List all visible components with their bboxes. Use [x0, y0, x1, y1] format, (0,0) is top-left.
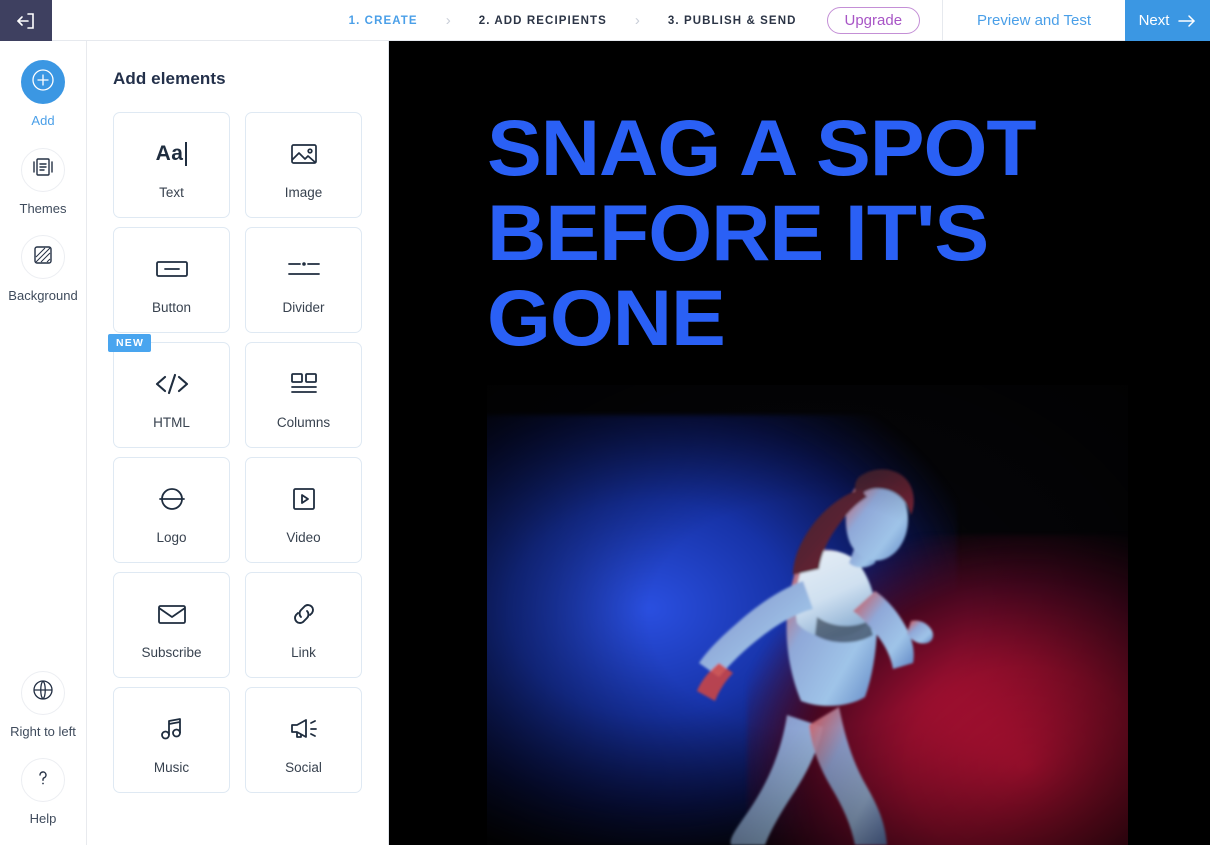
element-tiles-grid: Aa Text Image Button Divider NEW HTML Co… — [108, 112, 365, 793]
envelope-icon — [156, 591, 188, 637]
rail-bottom-group: Right to left Help — [0, 652, 87, 827]
element-tile-video[interactable]: Video — [245, 457, 362, 563]
element-tile-label-divider: Divider — [282, 299, 325, 315]
element-tile-link[interactable]: Link — [245, 572, 362, 678]
music-note-icon — [158, 706, 186, 752]
rail-icon-wrap-add — [21, 60, 65, 104]
element-tile-label-button: Button — [151, 299, 192, 315]
element-tile-label-video: Video — [286, 529, 321, 545]
element-tile-logo[interactable]: Logo — [113, 457, 230, 563]
upgrade-button[interactable]: Upgrade — [826, 7, 921, 34]
element-tile-label-subscribe: Subscribe — [141, 644, 202, 660]
element-tile-label-music: Music — [153, 759, 190, 775]
logo-circle-icon — [157, 476, 187, 522]
arrow-right-icon — [1178, 14, 1196, 28]
element-tile-label-text: Text — [159, 184, 184, 200]
element-tile-columns[interactable]: Columns — [245, 342, 362, 448]
background-hatch-icon — [31, 243, 55, 272]
element-tile-label-image: Image — [284, 184, 323, 200]
megaphone-icon — [288, 706, 320, 752]
element-tile-divider[interactable]: Divider — [245, 227, 362, 333]
rail-icon-wrap-themes — [21, 147, 65, 192]
rail-label-right-to-left: Right to left — [10, 723, 76, 739]
element-tile-music[interactable]: Music — [113, 687, 230, 793]
next-button[interactable]: Next — [1125, 0, 1210, 41]
element-tile-image[interactable]: Image — [245, 112, 362, 218]
rail-icon-wrap-help — [21, 758, 65, 803]
themes-layout-icon — [31, 155, 55, 184]
email-canvas[interactable]: SNAG A SPOT BEFORE IT'S GONE — [389, 41, 1210, 845]
text-aa-icon: Aa — [156, 131, 188, 177]
columns-layout-icon — [289, 361, 319, 407]
rail-item-right-to-left[interactable]: Right to left — [0, 670, 87, 740]
button-rectangle-icon — [155, 246, 189, 292]
rail-label-themes: Themes — [19, 200, 67, 216]
top-header-bar: 1. CREATE › 2. ADD RECIPIENTS › 3. PUBLI… — [0, 0, 1210, 41]
rail-item-background[interactable]: Background — [0, 235, 87, 304]
step-separator-1: › — [445, 12, 451, 29]
preview-and-test-button[interactable]: Preview and Test — [942, 0, 1125, 41]
rail-item-help[interactable]: Help — [0, 758, 87, 827]
element-tile-label-link: Link — [291, 644, 316, 660]
element-tile-button[interactable]: Button — [113, 227, 230, 333]
header-spacer — [52, 0, 347, 40]
image-picture-icon — [289, 131, 319, 177]
question-mark-icon — [31, 766, 55, 795]
element-tile-text[interactable]: Aa Text — [113, 112, 230, 218]
add-elements-panel: Add elements Aa Text Image Button Divide… — [88, 41, 389, 845]
plus-circle-icon — [30, 67, 56, 98]
new-badge: NEW — [108, 334, 152, 352]
step-separator-2: › — [634, 12, 640, 29]
divider-lines-icon — [287, 246, 321, 292]
rail-icon-wrap-right-to-left — [21, 670, 65, 715]
panel-title: Add elements — [113, 69, 226, 88]
headline-text-block[interactable]: SNAG A SPOT BEFORE IT'S GONE — [487, 105, 1210, 360]
image-vignette — [487, 385, 1128, 845]
globe-icon — [31, 678, 55, 707]
rail-item-themes[interactable]: Themes — [0, 147, 87, 217]
header-actions: Preview and Test Next — [942, 0, 1210, 41]
back-button[interactable] — [0, 0, 52, 41]
email-editor-app: 1. CREATE › 2. ADD RECIPIENTS › 3. PUBLI… — [0, 0, 1210, 845]
element-tile-html[interactable]: NEW HTML — [108, 334, 230, 448]
rail-label-help: Help — [29, 811, 57, 827]
element-tile-label-html: HTML — [153, 414, 190, 430]
element-tile-label-social: Social — [285, 759, 322, 775]
video-play-icon — [290, 476, 318, 522]
element-tile-label-logo: Logo — [156, 529, 187, 545]
rail-label-background: Background — [8, 288, 78, 304]
step-publish-send[interactable]: 3. PUBLISH & SEND — [666, 15, 799, 27]
left-tool-rail: Add Themes Background Right to left Help — [0, 41, 87, 845]
step-create[interactable]: 1. CREATE — [347, 15, 420, 27]
hero-image-block[interactable] — [487, 385, 1128, 845]
rail-icon-wrap-background — [21, 235, 65, 280]
next-button-label: Next — [1138, 12, 1170, 29]
element-tile-subscribe[interactable]: Subscribe — [113, 572, 230, 678]
rail-label-add: Add — [31, 113, 55, 128]
element-tile-social[interactable]: Social — [245, 687, 362, 793]
element-tile-label-columns: Columns — [276, 414, 331, 430]
code-brackets-icon — [153, 361, 191, 407]
chain-link-icon — [289, 591, 319, 637]
wizard-steps: 1. CREATE › 2. ADD RECIPIENTS › 3. PUBLI… — [347, 0, 921, 41]
rail-item-add[interactable]: Add — [0, 60, 87, 129]
arrow-left-exit-icon — [15, 11, 37, 31]
step-add-recipients[interactable]: 2. ADD RECIPIENTS — [477, 15, 609, 27]
